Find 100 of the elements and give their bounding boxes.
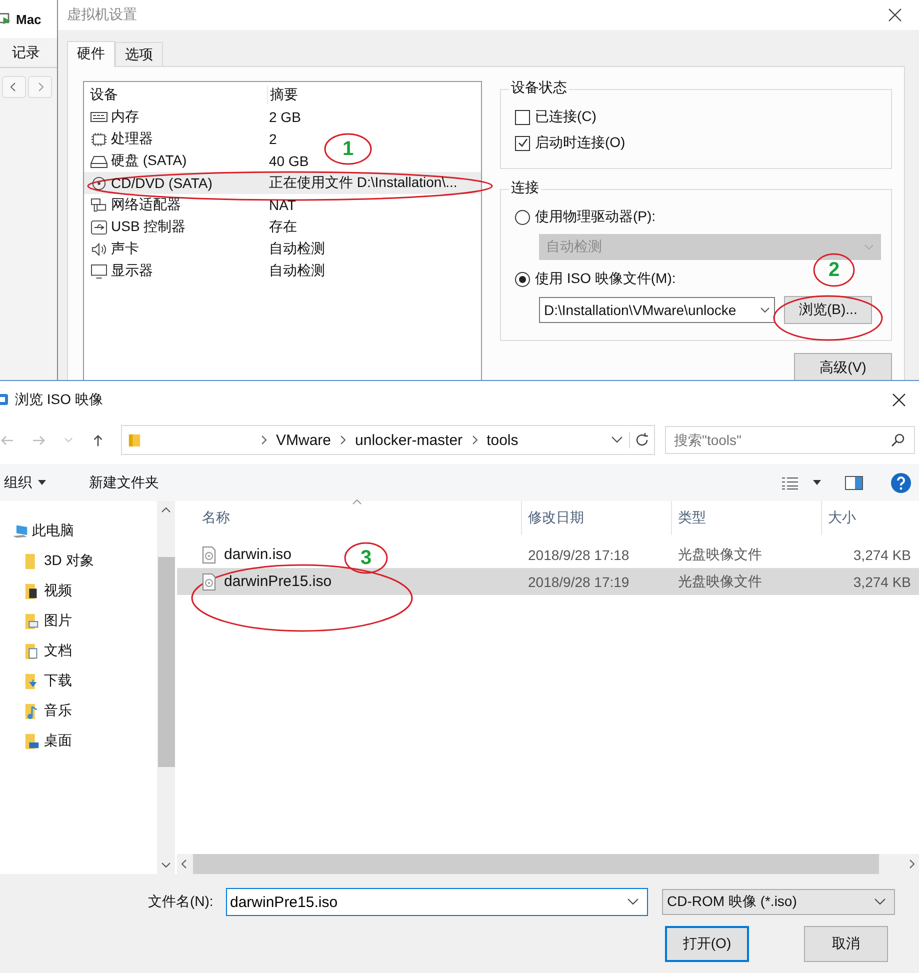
view-options-icon[interactable] [781, 476, 799, 490]
advanced-button[interactable]: 高级(V) [794, 353, 892, 380]
back-button[interactable] [2, 76, 26, 98]
computer-icon [12, 522, 28, 540]
chevron-right-icon[interactable] [909, 859, 915, 869]
device-summary: NAT [268, 197, 296, 213]
folder-icon [24, 642, 40, 660]
disc-file-icon [202, 572, 216, 590]
column-header[interactable]: 大小 [822, 501, 919, 535]
usb-icon [90, 220, 108, 234]
preview-pane-icon[interactable] [845, 476, 863, 490]
table-cell-text: 3,274 KB [852, 574, 912, 590]
chevron-down-icon [864, 244, 874, 250]
chevron-down-icon [760, 307, 770, 313]
folder-icon [24, 702, 40, 720]
chevron-right-icon[interactable] [340, 435, 346, 445]
up-arrow-icon[interactable] [91, 434, 105, 446]
app-logo-icon [0, 12, 12, 26]
sidebar-item[interactable]: 音乐 [0, 696, 157, 726]
menu-item[interactable]: 记录 [12, 44, 40, 62]
chevron-up-icon[interactable] [161, 507, 171, 513]
annotation-circle [344, 542, 388, 574]
cancel-button[interactable]: 取消 [804, 926, 888, 962]
column-header[interactable]: 类型 [672, 501, 822, 535]
scrollbar[interactable] [157, 501, 175, 874]
annotation-circle [324, 133, 372, 165]
breadcrumb-item[interactable]: tools [486, 432, 518, 448]
scrollbar[interactable] [177, 854, 919, 874]
search-icon [891, 433, 905, 447]
checkbox[interactable] [515, 110, 530, 124]
browse-button[interactable]: 浏览(B)... [784, 296, 872, 324]
chevron-left-icon[interactable] [181, 859, 187, 869]
device-name: 网络适配器 [111, 196, 181, 214]
checkbox-label: 启动时连接(O) [535, 134, 626, 152]
device-name: 硬盘 (SATA) [111, 152, 187, 170]
sidebar-item[interactable]: 此电脑 [0, 516, 157, 546]
chevron-down-icon [874, 898, 886, 906]
group-title: 设备状态 [509, 79, 569, 97]
device-summary: 自动检测 [268, 240, 325, 258]
tab[interactable]: 选项 [115, 42, 163, 66]
search-field[interactable]: 搜索"tools" [665, 426, 915, 454]
sidebar-item[interactable]: 图片 [0, 606, 157, 636]
table-cell-text: 2018/9/28 17:19 [527, 574, 630, 590]
device-summary: 2 GB [268, 109, 301, 125]
column-header[interactable]: 设备 [84, 86, 268, 104]
table-cell-text: 3,274 KB [852, 546, 912, 562]
device-summary: 2 [268, 131, 277, 147]
window-title: 浏览 ISO 映像 [15, 391, 104, 409]
app-title: Mac [16, 12, 42, 26]
chip-icon [90, 132, 108, 146]
checkbox[interactable] [515, 136, 530, 150]
folder-icon [128, 432, 141, 448]
sidebar-item[interactable]: 下载 [0, 666, 157, 696]
breadcrumb-item[interactable]: VMware [276, 432, 332, 448]
device-summary: 自动检测 [268, 262, 325, 280]
device-name: 声卡 [111, 240, 139, 258]
annotation-number: 1 [341, 137, 355, 161]
speaker-icon [90, 242, 108, 256]
close-icon [888, 8, 902, 22]
column-header[interactable]: 名称 [177, 501, 522, 535]
open-button[interactable]: 打开(O) [665, 926, 749, 962]
group-title: 连接 [509, 179, 541, 197]
chevron-right-icon[interactable] [261, 435, 267, 445]
chevron-right-icon[interactable] [472, 435, 478, 445]
sidebar-item[interactable]: 文档 [0, 636, 157, 666]
device-name: 内存 [111, 108, 139, 126]
table-cell-text: 光盘映像文件 [677, 572, 763, 590]
disc-icon [90, 176, 108, 190]
sidebar-item[interactable]: 桌面 [0, 726, 157, 756]
iso-path-combo[interactable]: D:\Installation\VMware\unlocke [539, 297, 775, 323]
table-cell-text: 光盘映像文件 [677, 546, 763, 564]
chevron-down-icon[interactable] [161, 862, 171, 868]
device-name: 处理器 [111, 130, 153, 148]
radio-label: 使用 ISO 映像文件(M): [535, 270, 676, 288]
file-type-select[interactable]: CD-ROM 映像 (*.iso) [662, 889, 895, 915]
folder-icon [24, 732, 40, 750]
organize-menu[interactable]: 组织 [0, 470, 50, 496]
new-folder-button[interactable]: 新建文件夹 [85, 470, 163, 496]
sidebar-item[interactable]: 3D 对象 [0, 546, 157, 576]
column-header[interactable]: 修改日期 [522, 501, 672, 535]
chevron-down-icon[interactable] [611, 436, 623, 444]
tab[interactable]: 硬件 [67, 41, 115, 67]
network-icon [90, 198, 108, 212]
column-header[interactable]: 摘要 [268, 86, 298, 104]
device-name: CD/DVD (SATA) [111, 175, 212, 191]
help-icon[interactable] [891, 472, 911, 492]
sidebar-item[interactable]: 视频 [0, 576, 157, 606]
folder-icon [24, 612, 40, 630]
address-bar[interactable]: VMware unlocker-master tools [121, 425, 655, 455]
window-title: 虚拟机设置 [67, 6, 138, 24]
radio-button[interactable] [515, 272, 530, 286]
file-name-label: 文件名(N): [148, 893, 214, 911]
breadcrumb-item[interactable]: unlocker-master [355, 432, 463, 448]
close-icon [892, 393, 906, 407]
table-cell-text: 2018/9/28 17:18 [527, 546, 630, 562]
file-name: darwin.iso [224, 546, 292, 563]
dropdown-arrow-icon[interactable] [813, 480, 821, 485]
chevron-down-icon[interactable] [627, 898, 639, 906]
file-name: darwinPre15.iso [224, 573, 332, 590]
file-name-field[interactable]: darwinPre15.iso [226, 888, 648, 916]
